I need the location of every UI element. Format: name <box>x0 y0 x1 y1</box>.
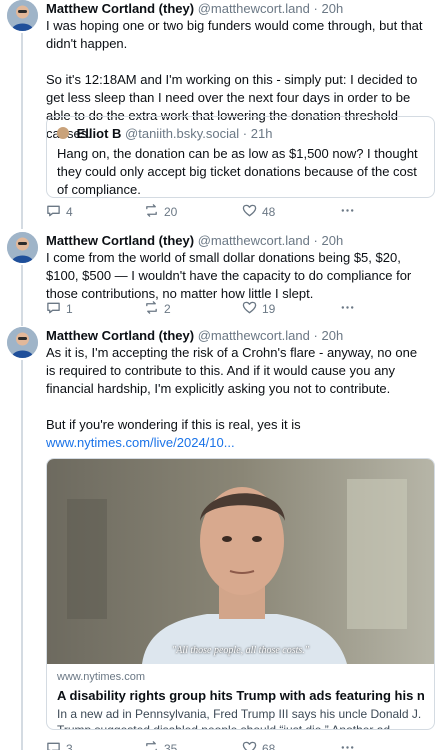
heart-icon <box>242 740 257 750</box>
more-button[interactable] <box>340 202 355 222</box>
author-name[interactable]: Matthew Cortland (they) <box>46 233 194 248</box>
paragraph: As it is, I'm accepting the risk of a Cr… <box>46 345 418 396</box>
post-actions: 1 2 19 <box>46 299 426 319</box>
more-icon <box>340 203 355 221</box>
repost-count: 20 <box>164 205 178 219</box>
avatar[interactable] <box>7 232 38 263</box>
more-button[interactable] <box>340 299 355 319</box>
separator: · <box>313 233 318 248</box>
paragraph: I come from the world of small dollar do… <box>46 250 412 301</box>
repost-icon <box>144 740 159 750</box>
quote-time: 21h <box>250 126 273 141</box>
repost-button[interactable]: 2 <box>144 299 171 319</box>
author-handle[interactable]: @matthewcort.land <box>198 233 310 248</box>
reply-icon <box>46 740 61 750</box>
quote-text: Hang on, the donation can be as low as $… <box>57 146 418 197</box>
card-title: A disability rights group hits Trump wit… <box>57 688 424 703</box>
thread-line <box>21 360 23 750</box>
post-text: I come from the world of small dollar do… <box>46 249 427 303</box>
author-name[interactable]: Matthew Cortland (they) <box>46 1 194 16</box>
paragraph: I was hoping one or two big funders woul… <box>46 18 423 51</box>
thread-line <box>21 33 23 229</box>
author-name[interactable]: Matthew Cortland (they) <box>46 328 194 343</box>
avatar[interactable] <box>7 327 38 358</box>
like-count: 68 <box>262 742 276 750</box>
external-link[interactable]: www.nytimes.com/live/2024/10... <box>46 435 235 450</box>
link-card[interactable]: "All those people, all those costs." www… <box>46 458 435 730</box>
more-icon <box>340 300 355 318</box>
post-actions: 3 35 68 <box>46 739 426 750</box>
reply-icon <box>46 300 61 318</box>
post-2[interactable]: Matthew Cortland (they) @matthewcort.lan… <box>0 232 435 326</box>
author-handle[interactable]: @matthewcort.land <box>198 328 310 343</box>
more-icon <box>340 740 355 750</box>
repost-button[interactable]: 20 <box>144 202 177 222</box>
author-handle[interactable]: @matthewcort.land <box>198 1 310 16</box>
repost-button[interactable]: 35 <box>144 739 177 750</box>
thread-line <box>21 265 23 326</box>
quote-post[interactable]: Elliot B @taniith.bsky.social · 21h Hang… <box>46 116 435 198</box>
quote-author-handle: @taniith.bsky.social <box>125 126 240 141</box>
like-button[interactable]: 19 <box>242 299 275 319</box>
image-caption: "All those people, all those costs." <box>172 645 309 656</box>
paragraph: But if you're wondering if this is real,… <box>46 417 301 432</box>
card-domain: www.nytimes.com <box>57 671 146 683</box>
post-time[interactable]: 20h <box>321 328 343 343</box>
repost-icon <box>144 203 159 221</box>
like-button[interactable]: 48 <box>242 202 275 222</box>
reply-count: 3 <box>66 742 73 750</box>
card-image: "All those people, all those costs." <box>47 459 434 664</box>
post-time[interactable]: 20h <box>321 233 343 248</box>
avatar[interactable] <box>7 0 38 31</box>
post-time[interactable]: 20h <box>321 1 343 16</box>
card-description: In a new ad in Pennsylvania, Fred Trump … <box>57 707 422 730</box>
post-header: Matthew Cortland (they) @matthewcort.lan… <box>46 327 429 344</box>
card-meta: www.nytimes.com A disability rights grou… <box>47 664 434 730</box>
reply-button[interactable]: 1 <box>46 299 73 319</box>
separator: · <box>313 1 318 16</box>
post-1[interactable]: Matthew Cortland (they) @matthewcort.lan… <box>0 0 435 229</box>
quote-header: Elliot B @taniith.bsky.social · 21h <box>57 125 424 142</box>
post-text: As it is, I'm accepting the risk of a Cr… <box>46 344 427 434</box>
repost-count: 35 <box>164 742 178 750</box>
quote-author-name: Elliot B <box>76 126 122 141</box>
post-header: Matthew Cortland (they) @matthewcort.lan… <box>46 232 429 249</box>
heart-icon <box>242 300 257 318</box>
repost-count: 2 <box>164 302 171 316</box>
more-button[interactable] <box>340 739 355 750</box>
post-3[interactable]: Matthew Cortland (they) @matthewcort.lan… <box>0 327 435 750</box>
reply-icon <box>46 203 61 221</box>
like-count: 19 <box>262 302 276 316</box>
separator: · <box>313 328 318 343</box>
reply-button[interactable]: 4 <box>46 202 73 222</box>
quote-avatar <box>57 127 69 139</box>
post-header: Matthew Cortland (they) @matthewcort.lan… <box>46 0 429 17</box>
like-button[interactable]: 68 <box>242 739 275 750</box>
separator: · <box>242 126 248 141</box>
post-actions: 4 20 48 <box>46 202 426 222</box>
repost-icon <box>144 300 159 318</box>
reply-count: 1 <box>66 302 73 316</box>
like-count: 48 <box>262 205 276 219</box>
reply-button[interactable]: 3 <box>46 739 73 750</box>
reply-count: 4 <box>66 205 73 219</box>
heart-icon <box>242 203 257 221</box>
